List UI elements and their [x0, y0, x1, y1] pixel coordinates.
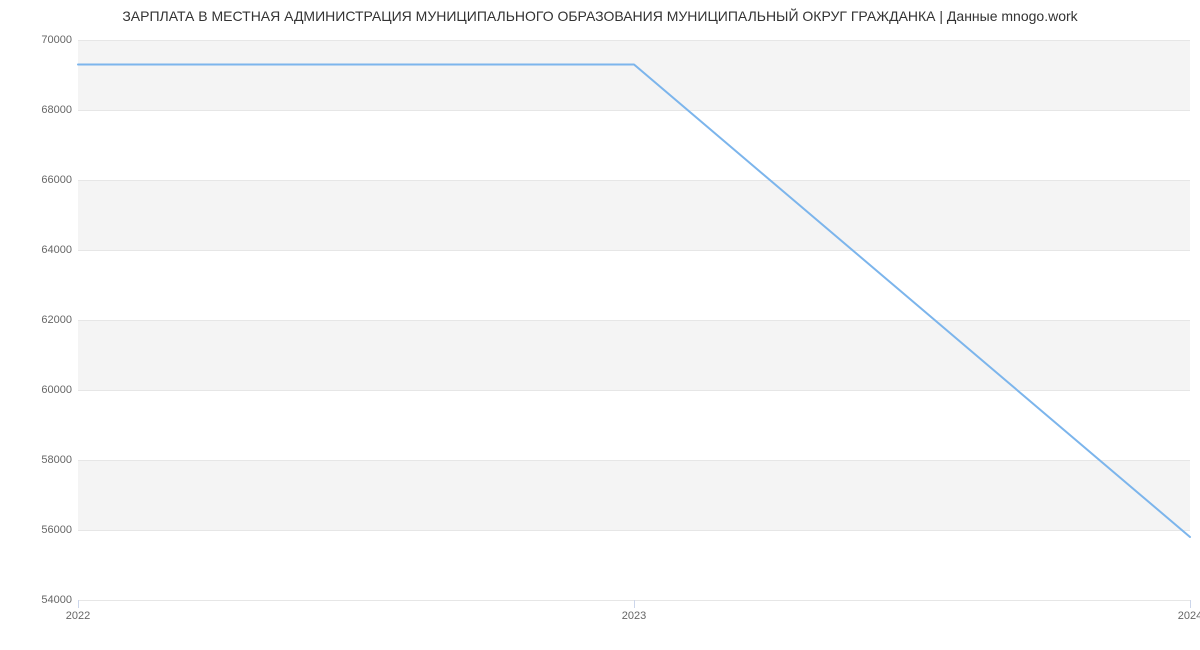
y-axis-label: 56000 — [12, 524, 72, 536]
y-axis-label: 70000 — [12, 34, 72, 46]
chart-title: ЗАРПЛАТА В МЕСТНАЯ АДМИНИСТРАЦИЯ МУНИЦИП… — [0, 8, 1200, 24]
y-axis-label: 62000 — [12, 314, 72, 326]
x-axis-label: 2022 — [66, 610, 90, 622]
y-axis-label: 60000 — [12, 384, 72, 396]
y-axis-label: 64000 — [12, 244, 72, 256]
x-tick — [1190, 600, 1191, 608]
x-tick — [634, 600, 635, 608]
x-axis-label: 2023 — [622, 610, 646, 622]
y-axis-label: 58000 — [12, 454, 72, 466]
y-axis-label: 54000 — [12, 594, 72, 606]
y-axis-label: 66000 — [12, 174, 72, 186]
line-layer — [78, 40, 1190, 600]
y-axis-label: 68000 — [12, 104, 72, 116]
x-tick — [78, 600, 79, 608]
plot-area — [78, 40, 1190, 601]
series-line — [78, 65, 1190, 538]
chart-container: ЗАРПЛАТА В МЕСТНАЯ АДМИНИСТРАЦИЯ МУНИЦИП… — [0, 0, 1200, 650]
x-axis-label: 2024 — [1178, 610, 1200, 622]
